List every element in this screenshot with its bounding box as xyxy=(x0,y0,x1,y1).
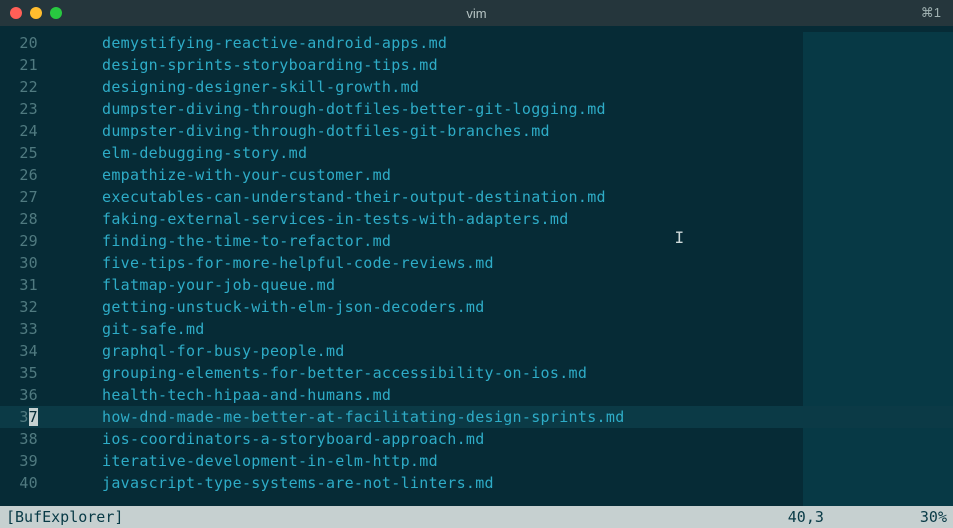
editor-line[interactable]: 25elm-debugging-story.md xyxy=(0,142,953,164)
minimize-icon[interactable] xyxy=(30,7,42,19)
line-text: demystifying-reactive-android-apps.md xyxy=(56,32,953,54)
line-number: 27 xyxy=(0,186,56,208)
editor-line[interactable]: 40javascript-type-systems-are-not-linter… xyxy=(0,472,953,494)
line-text: how-dnd-made-me-better-at-facilitating-d… xyxy=(56,406,953,428)
line-number: 30 xyxy=(0,252,56,274)
status-mode: [BufExplorer] xyxy=(6,508,123,526)
line-text: designing-designer-skill-growth.md xyxy=(56,76,953,98)
line-text: getting-unstuck-with-elm-json-decoders.m… xyxy=(56,296,953,318)
line-number: 39 xyxy=(0,450,56,472)
line-number: 20 xyxy=(0,32,56,54)
line-text: executables-can-understand-their-output-… xyxy=(56,186,953,208)
line-number: 33 xyxy=(0,318,56,340)
line-number: 38 xyxy=(0,428,56,450)
line-text: javascript-type-systems-are-not-linters.… xyxy=(56,472,953,494)
editor-line[interactable]: 30five-tips-for-more-helpful-code-review… xyxy=(0,252,953,274)
status-cursor-position: 40,3 xyxy=(788,508,920,526)
editor-line[interactable]: 34graphql-for-busy-people.md xyxy=(0,340,953,362)
line-text: faking-external-services-in-tests-with-a… xyxy=(56,208,953,230)
line-number: 25 xyxy=(0,142,56,164)
line-number: 24 xyxy=(0,120,56,142)
line-text: grouping-elements-for-better-accessibili… xyxy=(56,362,953,384)
line-number: 22 xyxy=(0,76,56,98)
editor-lines: 20demystifying-reactive-android-apps.md … xyxy=(0,32,953,494)
status-bar: [BufExplorer] 40,3 30% xyxy=(0,506,953,528)
editor-line[interactable]: 24dumpster-diving-through-dotfiles-git-b… xyxy=(0,120,953,142)
line-number: 32 xyxy=(0,296,56,318)
editor-line[interactable]: 22designing-designer-skill-growth.md xyxy=(0,76,953,98)
editor-line[interactable]: 23dumpster-diving-through-dotfiles-bette… xyxy=(0,98,953,120)
line-number: 36 xyxy=(0,384,56,406)
editor-line[interactable]: 37how-dnd-made-me-better-at-facilitating… xyxy=(0,406,953,428)
line-text: dumpster-diving-through-dotfiles-better-… xyxy=(56,98,953,120)
line-number: 31 xyxy=(0,274,56,296)
editor-viewport[interactable]: 20demystifying-reactive-android-apps.md … xyxy=(0,26,953,506)
editor-line[interactable]: 39iterative-development-in-elm-http.md xyxy=(0,450,953,472)
line-number: 34 xyxy=(0,340,56,362)
window-shortcut-hint: ⌘1 xyxy=(921,5,941,21)
editor-line[interactable]: 27executables-can-understand-their-outpu… xyxy=(0,186,953,208)
status-scroll-percent: 30% xyxy=(920,508,947,526)
line-text: five-tips-for-more-helpful-code-reviews.… xyxy=(56,252,953,274)
line-text: iterative-development-in-elm-http.md xyxy=(56,450,953,472)
terminal-window: vim ⌘1 20demystifying-reactive-android-a… xyxy=(0,0,953,528)
editor-line[interactable]: 26empathize-with-your-customer.md xyxy=(0,164,953,186)
line-number: 37 xyxy=(0,406,56,428)
editor-line[interactable]: 32getting-unstuck-with-elm-json-decoders… xyxy=(0,296,953,318)
line-text: flatmap-your-job-queue.md xyxy=(56,274,953,296)
editor-line[interactable]: 36health-tech-hipaa-and-humans.md xyxy=(0,384,953,406)
line-text: git-safe.md xyxy=(56,318,953,340)
line-number: 29 xyxy=(0,230,56,252)
line-text: design-sprints-storyboarding-tips.md xyxy=(56,54,953,76)
line-text: health-tech-hipaa-and-humans.md xyxy=(56,384,953,406)
line-text: ios-coordinators-a-storyboard-approach.m… xyxy=(56,428,953,450)
editor-line[interactable]: 28faking-external-services-in-tests-with… xyxy=(0,208,953,230)
window-controls xyxy=(0,7,62,19)
line-text: elm-debugging-story.md xyxy=(56,142,953,164)
editor-line[interactable]: 33git-safe.md xyxy=(0,318,953,340)
line-number: 35 xyxy=(0,362,56,384)
editor-line[interactable]: 31flatmap-your-job-queue.md xyxy=(0,274,953,296)
line-text: graphql-for-busy-people.md xyxy=(56,340,953,362)
line-number: 23 xyxy=(0,98,56,120)
window-title: vim xyxy=(0,6,953,21)
editor-line[interactable]: 21design-sprints-storyboarding-tips.md xyxy=(0,54,953,76)
line-text: dumpster-diving-through-dotfiles-git-bra… xyxy=(56,120,953,142)
editor-line[interactable]: 38ios-coordinators-a-storyboard-approach… xyxy=(0,428,953,450)
close-icon[interactable] xyxy=(10,7,22,19)
line-number: 28 xyxy=(0,208,56,230)
titlebar: vim ⌘1 xyxy=(0,0,953,26)
editor-line[interactable]: 20demystifying-reactive-android-apps.md xyxy=(0,32,953,54)
line-text: empathize-with-your-customer.md xyxy=(56,164,953,186)
line-number: 21 xyxy=(0,54,56,76)
editor-line[interactable]: 35grouping-elements-for-better-accessibi… xyxy=(0,362,953,384)
line-text: finding-the-time-to-refactor.md xyxy=(56,230,953,252)
line-number: 40 xyxy=(0,472,56,494)
line-number: 26 xyxy=(0,164,56,186)
editor-line[interactable]: 29finding-the-time-to-refactor.md xyxy=(0,230,953,252)
maximize-icon[interactable] xyxy=(50,7,62,19)
